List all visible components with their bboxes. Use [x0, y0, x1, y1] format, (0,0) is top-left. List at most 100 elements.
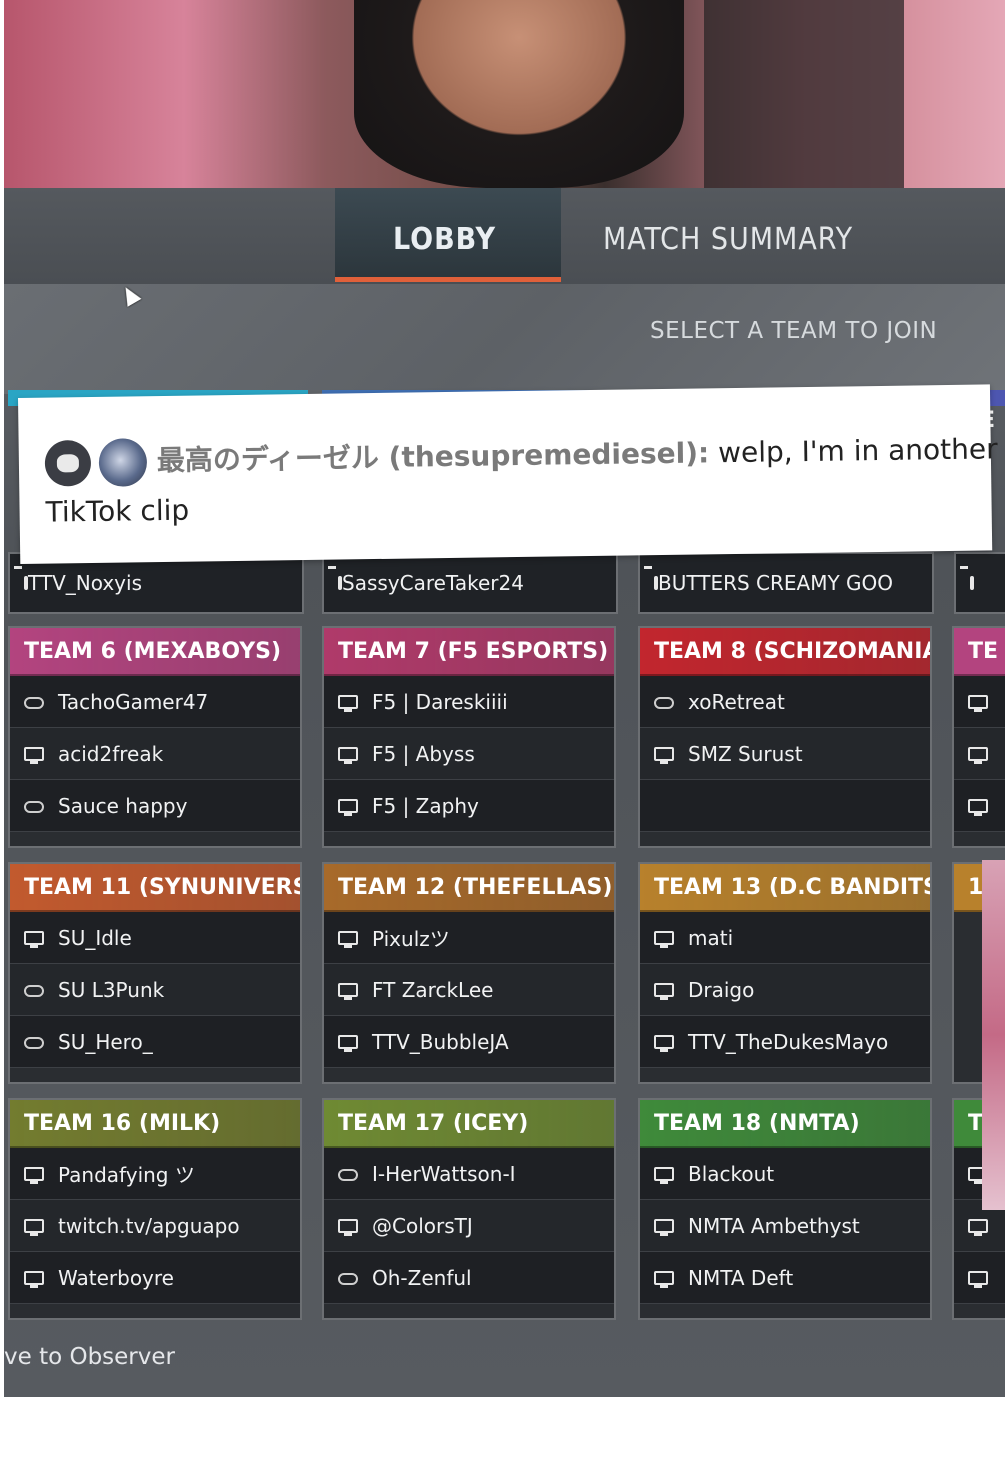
player-name: Pixulzツ	[372, 927, 450, 951]
player-row[interactable]	[954, 728, 1005, 780]
team-card[interactable]: TEAM 18 (NMTA) Blackout NMTA Ambethyst NMTA…	[638, 1098, 932, 1320]
player-row[interactable]: NMTA Deft	[640, 1252, 930, 1304]
pc-icon	[968, 798, 988, 816]
move-to-observer-button[interactable]: ve to Observer	[4, 1344, 175, 1370]
player-row[interactable]: @ColorsTJ	[324, 1200, 614, 1252]
pc-icon	[654, 1218, 674, 1236]
player-row[interactable]: Waterboyre	[10, 1252, 300, 1304]
controller-icon	[24, 984, 44, 997]
chat-username: 最高のディーゼル (thesupremediesel):	[156, 436, 710, 478]
player-row[interactable]	[954, 1252, 1005, 1304]
team-card-player[interactable]: SassyCareTaker24	[322, 552, 618, 614]
player-row[interactable]: F5 | Abyss	[324, 728, 614, 780]
chat-text: welp, I'm in another	[708, 432, 998, 470]
player-row[interactable]: mati	[640, 912, 930, 964]
team-card[interactable]: TEAM 12 (THEFELLAS) Pixulzツ FT ZarckLee TTV…	[322, 862, 616, 1084]
player-row[interactable]: acid2freak	[10, 728, 300, 780]
player-row[interactable]: F5 | Dareskiiii	[324, 676, 614, 728]
team-card-partial[interactable]: TE	[952, 626, 1005, 848]
player-name: TTV_TheDukesMayo	[688, 1029, 889, 1054]
player-row[interactable]: TTV_BubbleJA	[324, 1016, 614, 1068]
team-card[interactable]: TEAM 17 (ICEY) I-HerWattson-I @ColorsTJ Oh-…	[322, 1098, 616, 1320]
webcam-sliver-image	[982, 860, 1005, 1210]
player-name: mati	[688, 925, 734, 950]
pc-icon	[338, 694, 358, 712]
team-header: TEAM 17 (ICEY)	[324, 1100, 614, 1148]
pc-icon	[968, 746, 988, 764]
player-row[interactable]: Oh-Zenful	[324, 1252, 614, 1304]
tab-lobby-label[interactable]: LOBBY	[393, 222, 496, 257]
player-name: NMTA Deft	[688, 1265, 794, 1290]
team-card-player[interactable]: BUTTERS CREAMY GOO	[638, 552, 934, 614]
empty-slot[interactable]	[640, 780, 930, 832]
select-team-hint: SELECT A TEAM TO JOIN	[650, 318, 938, 344]
player-row[interactable]: SU_Idle	[10, 912, 300, 964]
player-row[interactable]: Blackout	[640, 1148, 930, 1200]
pc-icon	[24, 746, 44, 764]
player-name: acid2freak	[58, 741, 164, 766]
player-row[interactable]: Sauce happy	[10, 780, 300, 832]
controller-icon	[338, 1272, 358, 1285]
player-row[interactable]: TTV_TheDukesMayo	[640, 1016, 930, 1068]
player-name: I-HerWattson-I	[372, 1161, 516, 1186]
player-name: BUTTERS CREAMY GOO	[658, 571, 894, 595]
chat-message-line: 最高のディーゼル (thesupremediesel): welp, I'm i…	[44, 426, 998, 487]
pc-icon	[654, 746, 674, 764]
pc-icon	[968, 1270, 988, 1288]
team-card[interactable]: TEAM 8 (SCHIZOMANIAZ) xoRetreat SMZ Surust	[638, 626, 932, 848]
team-header: TEAM 6 (MEXABOYS)	[10, 628, 300, 676]
pc-icon	[338, 798, 358, 816]
team-card-player[interactable]	[954, 552, 1005, 614]
pug-badge-icon	[44, 439, 92, 487]
player-row[interactable]	[954, 780, 1005, 832]
player-row[interactable]: FT ZarckLee	[324, 964, 614, 1016]
player-name: SMZ Surust	[688, 741, 803, 766]
player-row[interactable]: NMTA Ambethyst	[640, 1200, 930, 1252]
chat-text-continued: TikTok clip	[45, 493, 190, 529]
player-row[interactable]: F5 | Zaphy	[324, 780, 614, 832]
team-header: TEAM 11 (SYNUNIVERSE)	[10, 864, 300, 912]
team-header: TEAM 16 (MILK)	[10, 1100, 300, 1148]
pc-icon	[338, 1218, 358, 1236]
player-name: Waterboyre	[58, 1265, 174, 1290]
player-name: twitch.tv/apguapo	[58, 1213, 240, 1238]
active-tab-underline	[335, 277, 561, 282]
player-name: Draigo	[688, 977, 755, 1002]
player-row[interactable]: Pandafying ツ	[10, 1148, 300, 1200]
controller-icon	[24, 1036, 44, 1049]
player-row[interactable]: I-HerWattson-I	[324, 1148, 614, 1200]
player-row[interactable]	[954, 676, 1005, 728]
team-card[interactable]: TEAM 6 (MEXABOYS) TachoGamer47 acid2freak S…	[8, 626, 302, 848]
pc-icon	[24, 1218, 44, 1236]
team-header: TEAM 7 (F5 ESPORTS)	[324, 628, 614, 676]
player-name: @ColorsTJ	[372, 1213, 473, 1238]
player-row[interactable]: SU_Hero_	[10, 1016, 300, 1068]
player-name: NMTA Ambethyst	[688, 1213, 860, 1238]
team-card[interactable]: TEAM 16 (MILK) Pandafying ツ twitch.tv/apgu…	[8, 1098, 302, 1320]
team-card[interactable]: TEAM 13 (D.C BANDITS) mati Draigo TTV_TheDu…	[638, 862, 932, 1084]
player-row[interactable]: twitch.tv/apguapo	[10, 1200, 300, 1252]
pc-icon	[338, 982, 358, 1000]
webcam-overlay	[4, 0, 1005, 188]
player-name: Blackout	[688, 1161, 775, 1186]
team-header: TEAM 13 (D.C BANDITS)	[640, 864, 930, 912]
player-row[interactable]: xoRetreat	[640, 676, 930, 728]
team-header: TEAM 12 (THEFELLAS)	[324, 864, 614, 912]
team-card[interactable]: TEAM 11 (SYNUNIVERSE) SU_Idle SU L3Punk SU_…	[8, 862, 302, 1084]
pc-icon	[24, 930, 44, 948]
player-name: SU_Idle	[58, 925, 132, 950]
pc-icon	[338, 746, 358, 764]
team-card[interactable]: TEAM 7 (F5 ESPORTS) F5 | Dareskiiii F5 | A…	[322, 626, 616, 848]
player-row[interactable]: Pixulzツ	[324, 912, 614, 964]
player-row[interactable]: TachoGamer47	[10, 676, 300, 728]
gaming-chair-image	[704, 0, 904, 188]
pc-icon	[654, 982, 674, 1000]
tab-match-summary[interactable]: MATCH SUMMARY	[603, 222, 853, 257]
player-row[interactable]: SU L3Punk	[10, 964, 300, 1016]
player-row[interactable]: SMZ Surust	[640, 728, 930, 780]
player-name: Pandafying ツ	[58, 1163, 195, 1187]
player-name: SassyCareTaker24	[342, 571, 524, 595]
ninja-badge-icon	[98, 438, 148, 487]
pc-icon	[654, 1166, 674, 1184]
player-row[interactable]: Draigo	[640, 964, 930, 1016]
